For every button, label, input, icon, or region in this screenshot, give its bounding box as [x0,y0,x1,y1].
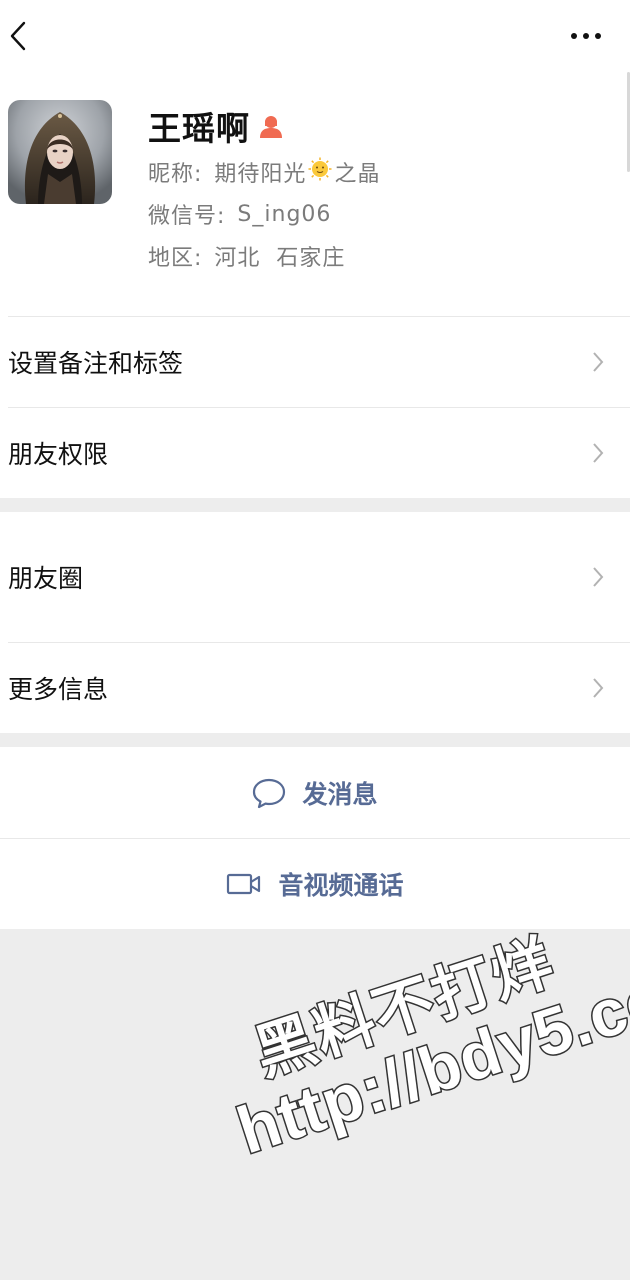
menu-item-label: 设置备注和标签 [8,348,184,378]
wechat-id-value[interactable]: S_ing06 [237,202,331,227]
watermark-line2: http://bdy5.co [227,958,630,1169]
video-call-label: 音视频通话 [278,870,404,900]
divider [8,316,630,317]
region-line: 地区: 河北 石家庄 [148,240,345,272]
female-person-icon [258,113,284,143]
menu-item-more-info[interactable]: 更多信息 [0,642,630,733]
watermark-line1: 黑料不打烊 [245,927,564,1090]
send-message-button[interactable]: 发消息 [0,747,630,838]
region-label: 地区: [148,246,203,271]
section-gap [0,733,630,747]
sun-emoji-icon [308,157,332,187]
profile-info: 王瑶啊 昵称: 期待阳光 之晶 微信号: S_ing06 地区: 河北 石家庄 [0,72,630,316]
menu-item-label: 朋友权限 [8,439,109,469]
watermark: 黑料不打烊 http://bdy5.co [210,902,630,1169]
ellipsis-icon [571,33,601,39]
nickname-line: 昵称: 期待阳光 之晶 [148,156,380,188]
send-message-label: 发消息 [302,779,378,809]
nav-bar [0,0,630,172]
nickname-part1: 期待阳光 [214,162,307,187]
action-block: 发消息 音视频通话 [0,747,630,929]
video-call-button[interactable]: 音视频通话 [0,838,630,929]
more-options-button[interactable] [568,22,604,50]
nickname-label: 昵称: [148,162,203,187]
wechat-id-line: 微信号: S_ing06 [148,198,331,230]
menu-item-permissions[interactable]: 朋友权限 [0,407,630,498]
divider [8,642,630,643]
region-value: 河北 石家庄 [214,246,346,271]
divider [0,838,630,839]
chevron-right-icon [593,442,604,463]
menu-item-label: 朋友圈 [8,564,84,593]
chat-bubble-icon [252,777,286,809]
wechat-id-label: 微信号: [148,204,226,229]
chevron-right-icon [593,567,604,587]
avatar[interactable] [8,100,112,204]
divider [8,407,630,408]
back-button[interactable] [4,18,32,54]
menu-item-moments[interactable]: 朋友圈 [0,512,630,642]
video-camera-icon [226,872,262,896]
menu-item-remark-tags[interactable]: 设置备注和标签 [0,316,630,407]
chevron-left-icon [10,21,26,51]
section-gap [0,498,630,512]
menu-item-label: 更多信息 [8,674,109,704]
nickname-part2: 之晶 [334,162,381,187]
contact-name: 王瑶啊 [148,109,250,148]
name-row: 王瑶啊 [148,102,284,150]
chevron-right-icon [593,677,604,698]
chevron-right-icon [593,351,604,372]
profile-header: 王瑶啊 昵称: 期待阳光 之晶 微信号: S_ing06 地区: 河北 石家庄 … [0,0,630,498]
